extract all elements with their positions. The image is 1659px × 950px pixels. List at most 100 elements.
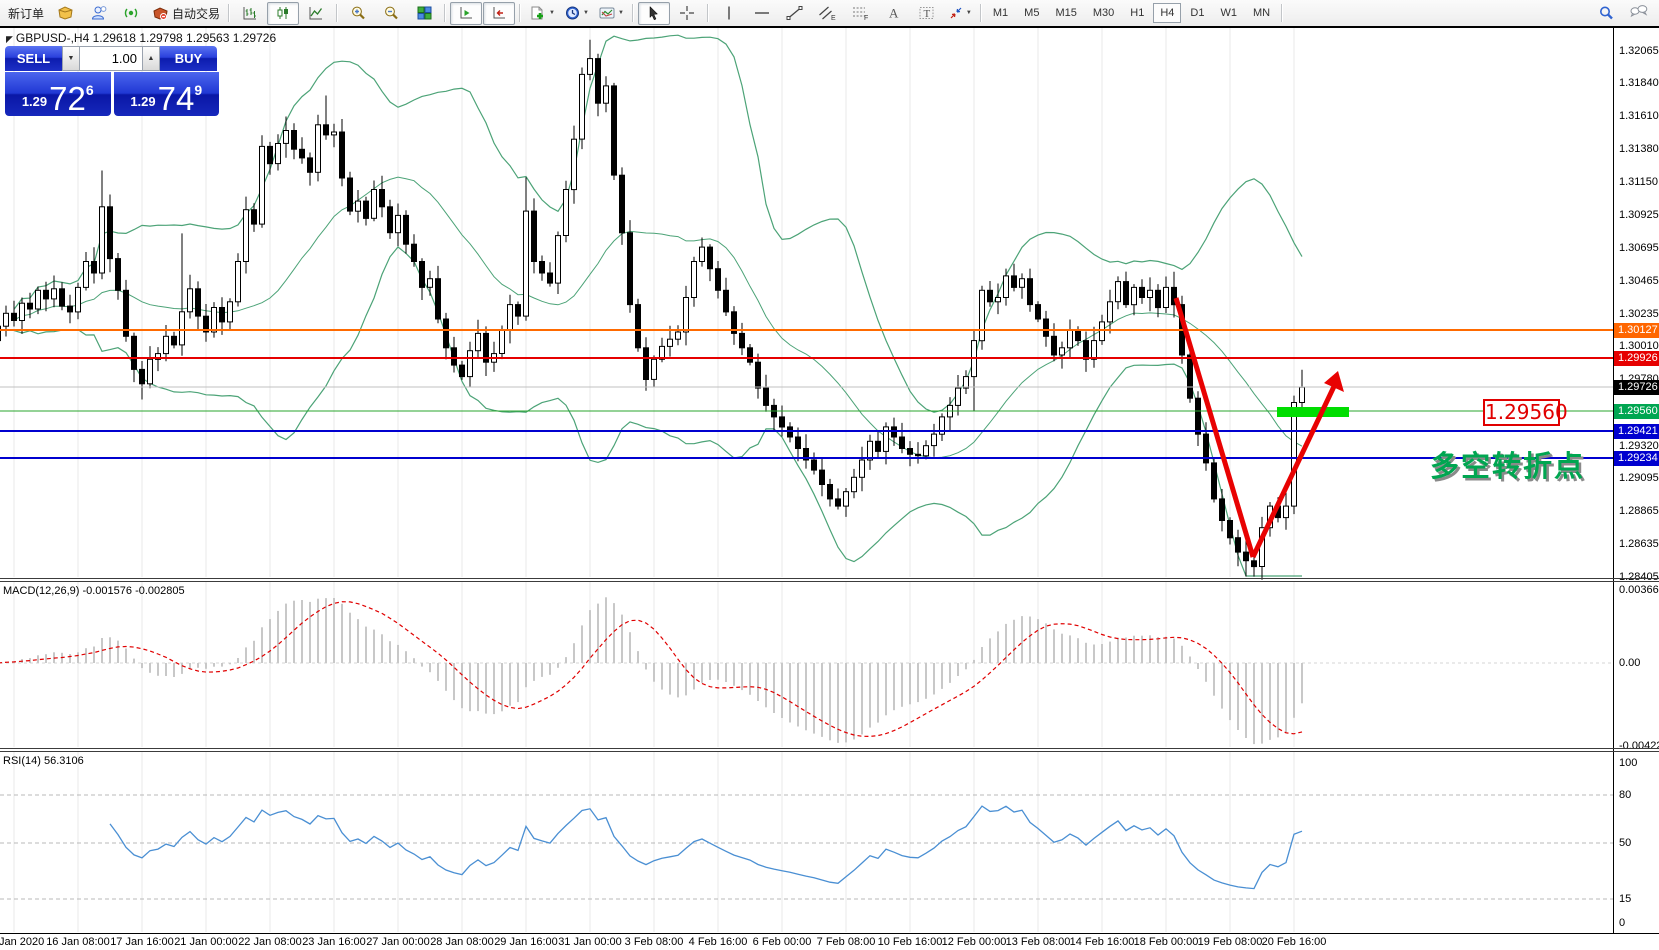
indicator-tick: 100 [1619,757,1637,769]
sell-price-main: 72 [49,84,86,113]
templates-icon[interactable]: ▼ [594,2,628,25]
price-badge: 1.29421 [1614,424,1659,439]
rsi-label: RSI(14) 56.3106 [3,755,84,767]
line-chart-icon[interactable] [300,2,332,25]
zoom-in-icon[interactable] [342,2,374,25]
price-tick: 1.31380 [1619,143,1659,155]
toolbar-separator [980,4,982,22]
price-tick: 1.30925 [1619,209,1659,221]
date-label: 15 Jan 2020 [0,936,44,948]
price-badge: 1.29926 [1614,351,1659,366]
price-tick: 1.28865 [1619,505,1659,517]
sell-button[interactable]: SELL [5,46,62,71]
mt4-window: 新订单 自动交易 [0,0,1659,950]
chart-shift-icon[interactable] [483,2,515,25]
crosshair-icon[interactable] [671,2,703,25]
chart-title-text: GBPUSD-,H4 1.29618 1.29798 1.29563 1.297… [16,31,276,45]
new-order-button[interactable]: 新订单 [4,2,48,25]
volume-increase-button[interactable]: ▲ [142,46,160,71]
periods-icon[interactable]: ▼ [560,2,593,25]
price-tick: 1.32065 [1619,45,1659,57]
date-label: 28 Jan 08:00 [430,936,494,948]
buy-price-prefix: 1.29 [130,94,155,109]
search-icon[interactable] [1590,2,1622,25]
volume-decrease-button[interactable]: ▼ [62,46,80,71]
date-label: 12 Feb 00:00 [942,936,1007,948]
price-badge: 1.30127 [1614,323,1659,338]
arrows-icon[interactable]: ▼ [944,2,976,25]
timeframe-d1[interactable]: D1 [1183,3,1211,23]
equidistant-channel-icon[interactable]: E [812,2,844,25]
date-label: 7 Feb 08:00 [817,936,876,948]
chart-window-border [0,26,1659,28]
price-axis[interactable]: 1.320651.318401.316101.313801.311501.309… [1614,28,1659,933]
date-label: 23 Jan 16:00 [302,936,366,948]
trendline-icon[interactable] [779,2,811,25]
auto-scroll-icon[interactable] [450,2,482,25]
text-icon[interactable]: A [878,2,910,25]
fibonacci-icon[interactable]: F [845,2,877,25]
svg-text:F: F [864,15,868,21]
date-label: 6 Feb 00:00 [753,936,812,948]
price-tick: 1.31150 [1619,176,1658,188]
timeframe-h1[interactable]: H1 [1123,3,1151,23]
cursor-icon[interactable] [638,2,670,25]
pane-splitter[interactable] [0,578,1659,579]
date-label: 13 Feb 08:00 [1006,936,1071,948]
date-label: 3 Feb 08:00 [625,936,684,948]
volume-input[interactable] [80,47,142,70]
pane-splitter[interactable] [0,748,1659,749]
indicators-icon[interactable]: ▼ [525,2,559,25]
toolbar-separator [632,4,634,22]
timeframe-m30[interactable]: M30 [1086,3,1121,23]
tile-windows-icon[interactable] [408,2,440,25]
price-tick: 1.30235 [1619,308,1659,320]
date-label: 21 Jan 00:00 [174,936,238,948]
vertical-line-icon[interactable] [713,2,745,25]
date-label: 16 Jan 08:00 [46,936,110,948]
pane-splitter [0,581,1659,582]
text-label-icon[interactable]: T [911,2,943,25]
toolbar-separator [444,4,446,22]
pane-splitter [0,751,1659,752]
chart-context-icon[interactable]: ◤ [6,34,13,44]
horizontal-line-icon[interactable] [746,2,778,25]
svg-text:E: E [831,15,836,21]
sell-price-button[interactable]: 1.29 72 6 [5,72,111,116]
buy-price-button[interactable]: 1.29 74 9 [114,72,220,116]
date-label: 19 Feb 08:00 [1198,936,1263,948]
date-label: 27 Jan 00:00 [366,936,430,948]
toolbar-separator [707,4,709,22]
signals-icon[interactable] [115,2,147,25]
svg-text:T: T [924,8,931,20]
history-icon[interactable] [49,2,81,25]
indicator-tick: 15 [1619,893,1631,905]
chart-plot[interactable] [0,0,1613,950]
timeframe-h4[interactable]: H4 [1153,3,1181,23]
candlestick-chart-icon[interactable] [267,2,299,25]
timeframe-m15[interactable]: M15 [1048,3,1083,23]
zoom-out-icon[interactable] [375,2,407,25]
buy-button[interactable]: BUY [160,46,217,71]
profile-icon[interactable] [82,2,114,25]
timeframe-m5[interactable]: M5 [1017,3,1046,23]
chart-title: ◤GBPUSD-,H4 1.29618 1.29798 1.29563 1.29… [6,31,276,45]
indicator-tick: 50 [1619,837,1631,849]
chinese-annotation[interactable]: 多空转折点 [1430,443,1585,485]
timeframe-w1[interactable]: W1 [1213,3,1244,23]
indicator-tick: 80 [1619,789,1631,801]
bar-chart-icon[interactable] [234,2,266,25]
dropdown-caret-icon: ▼ [549,10,555,16]
price-tick: 1.30465 [1619,275,1659,287]
price-tick: 1.30695 [1619,242,1659,254]
toolbar-separator [519,4,521,22]
autotrade-button[interactable]: 自动交易 [148,2,224,25]
one-click-trading-panel: SELL ▼ ▲ BUY 1.29 72 6 1.29 74 9 [5,46,219,116]
timeframe-mn[interactable]: MN [1246,3,1277,23]
autotrade-icon [152,5,169,21]
price-badge: 1.29560 [1614,404,1659,419]
chat-icon[interactable] [1623,2,1655,25]
price-level-callout[interactable]: 1.29560 [1483,399,1560,426]
toolbar: 新订单 自动交易 [0,0,1659,26]
timeframe-m1[interactable]: M1 [986,3,1015,23]
